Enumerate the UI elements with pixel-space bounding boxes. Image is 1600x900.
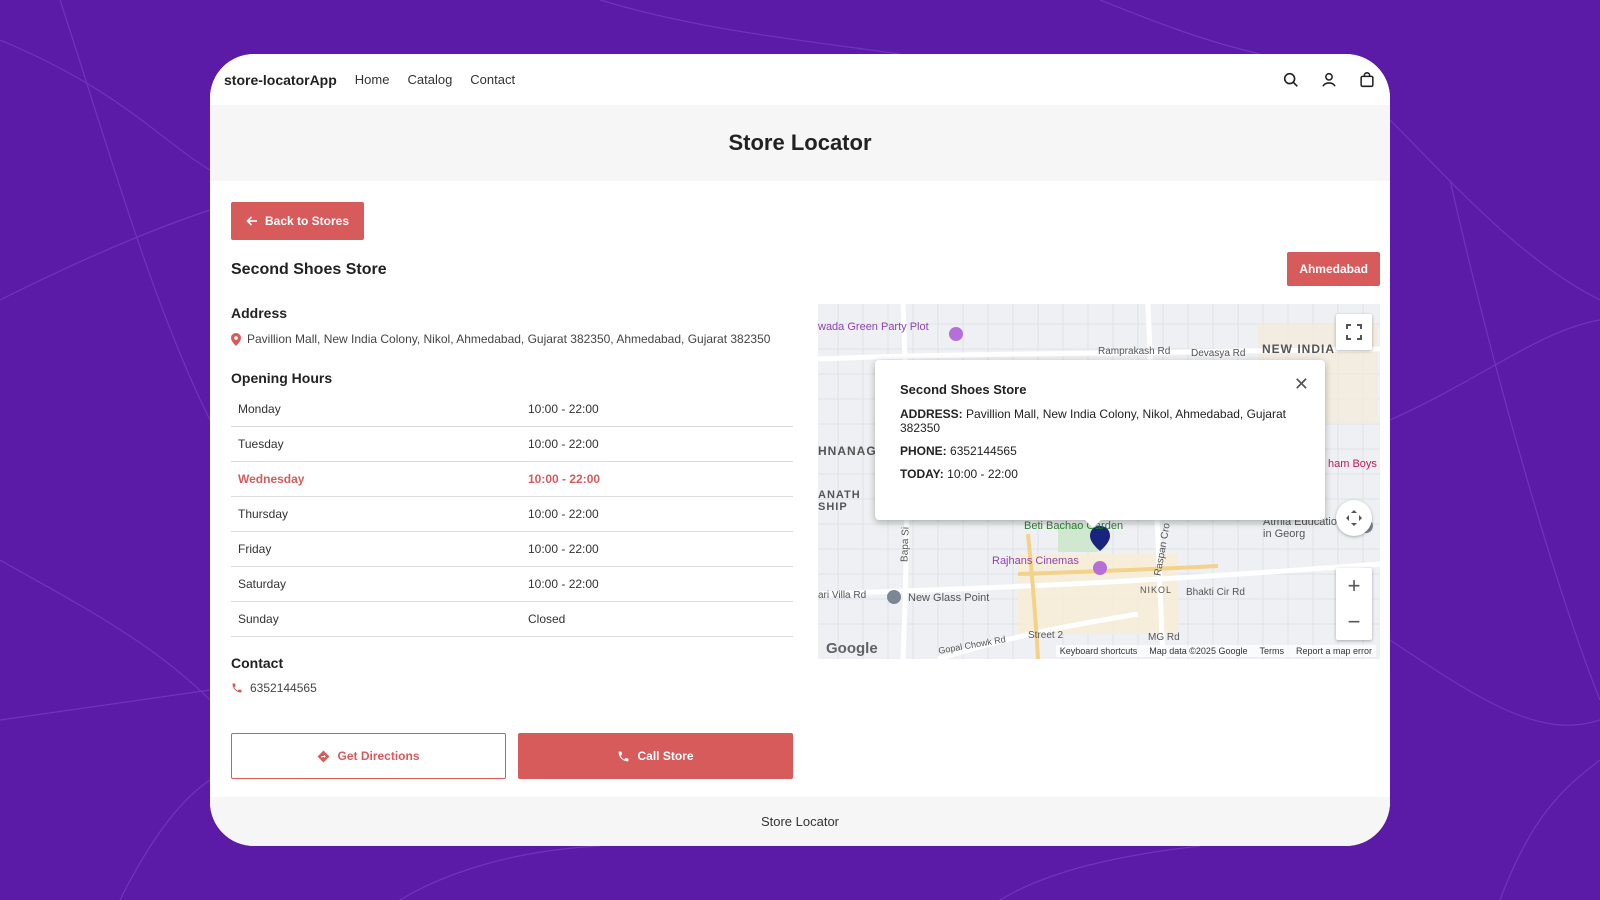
map-label: Street 2	[1028, 630, 1064, 641]
browser-window: store-locatorApp Home Catalog Contact St…	[210, 54, 1390, 846]
hours-time: 10:00 - 22:00	[521, 393, 793, 427]
map-label: Ramprakash Rd	[1098, 346, 1171, 357]
hours-time: 10:00 - 22:00	[521, 496, 793, 532]
nav-icons	[1282, 71, 1376, 89]
top-nav: store-locatorApp Home Catalog Contact	[210, 54, 1390, 105]
hours-time: 10:00 - 22:00	[521, 426, 793, 462]
hours-row: Wednesday 10:00 - 22:00	[231, 461, 793, 497]
hours-row: Saturday 10:00 - 22:00	[231, 566, 793, 602]
hours-day: Thursday	[231, 496, 521, 532]
map-label: NIKOL	[1140, 585, 1173, 595]
map-label: ANATH SHIP	[818, 489, 861, 513]
info-title: Second Shoes Store	[900, 382, 1027, 397]
back-label: Back to Stores	[265, 214, 350, 228]
hours-day: Wednesday	[231, 461, 521, 497]
map-label: ari Villa Rd	[818, 590, 867, 601]
phone-line: 6352144565	[231, 681, 317, 695]
hours-row: Monday 10:00 - 22:00	[231, 393, 793, 427]
map-label: HNANAG	[818, 444, 877, 458]
hours-row: Tuesday 10:00 - 22:00	[231, 426, 793, 462]
info-today: TODAY: 10:00 - 22:00	[900, 467, 1018, 481]
phone-icon	[232, 683, 242, 693]
page-footer: Store Locator	[210, 797, 1390, 846]
hours-row: Friday 10:00 - 22:00	[231, 531, 793, 567]
brand-logo[interactable]: store-locatorApp	[224, 72, 337, 88]
call-store-button[interactable]: Call Store	[518, 733, 793, 779]
map-pin-icon	[231, 332, 241, 346]
fullscreen-button[interactable]	[1336, 314, 1372, 350]
zoom-controls: + −	[1336, 568, 1372, 640]
camera-control-button[interactable]	[1336, 500, 1372, 536]
google-logo: Google	[826, 640, 878, 657]
store-detail: Back to Stores Second Shoes Store Ahmeda…	[210, 181, 1390, 797]
map-label: New Glass Point	[908, 592, 990, 604]
page-header: Store Locator	[210, 105, 1390, 181]
phone-text[interactable]: 6352144565	[250, 681, 317, 695]
hours-day: Monday	[231, 393, 521, 427]
map-label: Bapa Si	[899, 526, 912, 563]
address-line: Pavillion Mall, New India Colony, Nikol,…	[231, 332, 770, 346]
back-to-stores-button[interactable]: Back to Stores	[231, 202, 365, 240]
keyboard-shortcuts-link[interactable]: Keyboard shortcuts	[1060, 646, 1138, 656]
opening-hours-table: Monday 10:00 - 22:00 Tuesday 10:00 - 22:00 W…	[231, 393, 793, 637]
address-title: Address	[231, 305, 288, 321]
hours-time: Closed	[521, 601, 793, 637]
user-icon[interactable]	[1320, 71, 1338, 89]
map-label: ham Boys	[1328, 458, 1377, 470]
bag-icon[interactable]	[1358, 71, 1376, 89]
page-title: Store Locator	[728, 130, 872, 155]
map-footer: Keyboard shortcuts Map data ©2025 Google…	[1055, 645, 1376, 657]
hours-day: Friday	[231, 531, 521, 567]
map-label: NEW INDIA	[1262, 342, 1335, 356]
arrow-left-icon	[246, 216, 257, 226]
city-badge[interactable]: Ahmedabad	[1287, 252, 1380, 286]
map-label: Bhakti Cir Rd	[1186, 587, 1245, 598]
hours-day: Tuesday	[231, 426, 521, 462]
nav-link-home[interactable]: Home	[355, 72, 390, 87]
info-phone: PHONE: 6352144565	[900, 444, 1017, 458]
contact-title: Contact	[231, 655, 284, 671]
map-label: Rajhans Cinemas	[992, 555, 1079, 567]
close-icon[interactable]: ✕	[1294, 374, 1309, 395]
get-directions-button[interactable]: Get Directions	[231, 733, 506, 779]
hours-row: Thursday 10:00 - 22:00	[231, 496, 793, 532]
map-label: Devasya Rd	[1191, 348, 1246, 359]
map-label: Beti Bachao Garden	[1024, 520, 1124, 532]
hours-time: 10:00 - 22:00	[521, 461, 793, 497]
store-map[interactable]: wada Green Party Plot Ramprakash Rd Deva…	[818, 304, 1380, 659]
call-label: Call Store	[637, 749, 694, 763]
map-label: wada Green Party Plot	[818, 321, 929, 333]
nav-link-catalog[interactable]: Catalog	[407, 72, 452, 87]
report-error-link[interactable]: Report a map error	[1296, 646, 1372, 656]
hours-day: Saturday	[231, 566, 521, 602]
fullscreen-icon	[1346, 324, 1362, 340]
map-info-window: ✕ Second Shoes Store ADDRESS: Pavillion …	[875, 360, 1325, 528]
opening-hours-title: Opening Hours	[231, 370, 333, 386]
hours-row: Sunday Closed	[231, 601, 793, 637]
directions-icon	[318, 750, 330, 762]
address-text: Pavillion Mall, New India Colony, Nikol,…	[247, 332, 771, 346]
search-icon[interactable]	[1282, 71, 1300, 89]
store-name: Second Shoes Store	[231, 261, 387, 278]
info-address: ADDRESS: Pavillion Mall, New India Colon…	[900, 407, 1286, 435]
hours-day: Sunday	[231, 601, 521, 637]
directions-label: Get Directions	[337, 749, 420, 763]
map-label: MG Rd	[1148, 632, 1180, 643]
zoom-in-button[interactable]: +	[1336, 568, 1372, 604]
phone-icon	[619, 751, 629, 761]
zoom-out-button[interactable]: −	[1336, 604, 1372, 640]
nav-link-contact[interactable]: Contact	[470, 72, 515, 87]
move-arrows-icon	[1346, 510, 1362, 526]
hours-time: 10:00 - 22:00	[521, 531, 793, 567]
terms-link[interactable]: Terms	[1259, 646, 1284, 656]
map-data-text: Map data ©2025 Google	[1149, 646, 1248, 656]
hours-time: 10:00 - 22:00	[521, 566, 793, 602]
